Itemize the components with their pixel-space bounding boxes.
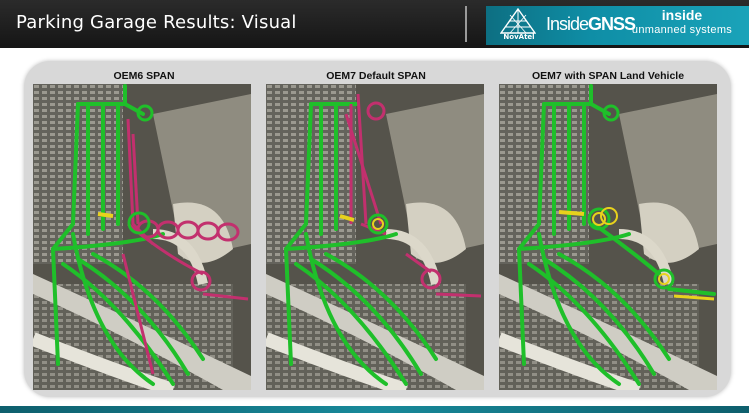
novatel-mark-icon — [500, 8, 536, 34]
panel-label-oem6: OEM6 SPAN — [113, 70, 175, 82]
panel-label-oem7-land-vehicle: OEM7 with SPAN Land Vehicle — [531, 70, 685, 82]
map-oem7-default-svg — [266, 84, 484, 390]
slide-title: Parking Garage Results: Visual — [16, 12, 297, 33]
novatel-wordmark: NovAtel — [503, 33, 535, 41]
map-oem7-default-span — [266, 84, 484, 390]
unmanned-logo-line1: inside — [661, 7, 703, 23]
map-oem6-svg — [33, 84, 251, 390]
insidegnss-inside-text: Inside — [546, 14, 589, 34]
map-oem6-span — [33, 84, 251, 390]
panel-label-oem7-default: OEM7 Default SPAN — [326, 70, 426, 82]
novatel-logo: NovAtel — [494, 8, 544, 44]
header-divider — [465, 6, 467, 42]
map-oem7-span-land-vehicle — [499, 84, 717, 390]
sponsor-logos: NovAtel InsideGNSS inside unmanned syste… — [486, 6, 749, 45]
footer-bar — [0, 406, 749, 413]
inside-unmanned-systems-logo: inside unmanned systems — [626, 7, 738, 37]
map-oem7-land-vehicle-svg — [499, 84, 717, 390]
insidegnss-logo: InsideGNSS — [546, 14, 636, 35]
unmanned-logo-line2: unmanned systems — [631, 24, 733, 36]
